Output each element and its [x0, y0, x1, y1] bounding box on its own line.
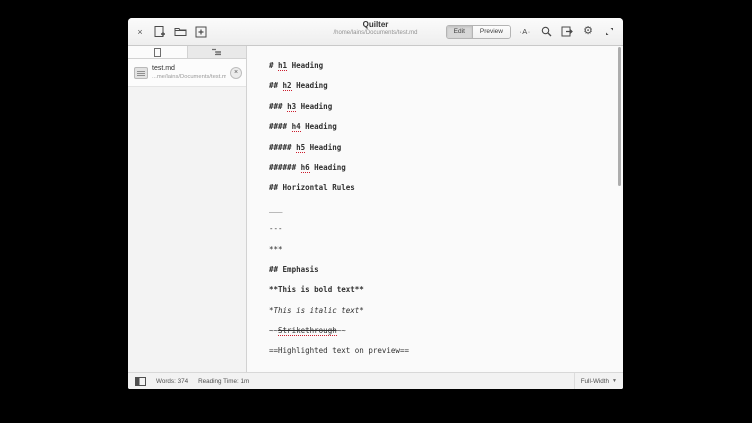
toggle-sidebar-button[interactable] [134, 375, 146, 387]
focus-mode-button[interactable]: ·A· [518, 25, 532, 39]
fullscreen-button[interactable] [602, 25, 616, 39]
new-file-button[interactable] [152, 25, 166, 39]
focus-mode-icon: ·A· [519, 27, 531, 36]
search-button[interactable] [539, 25, 553, 39]
file-close-button[interactable]: × [230, 66, 242, 79]
open-file-button[interactable] [173, 25, 187, 39]
editor-line: ### h3 Heading [269, 101, 333, 112]
save-as-icon [195, 26, 207, 38]
editor-line: **This is bold text** [269, 285, 364, 295]
tab-files[interactable] [128, 46, 187, 58]
file-meta: test.md ...me/lains/Documents/test.md [152, 64, 226, 81]
editor-line: --- [269, 224, 283, 234]
new-file-icon [154, 25, 165, 38]
export-button[interactable] [560, 25, 574, 39]
file-name: test.md [152, 65, 175, 72]
window-close-button[interactable]: × [135, 25, 145, 39]
outline-icon [212, 48, 222, 56]
word-count: Words: 374 [156, 377, 189, 385]
quilter-window: × Quilter /home/lains/Documents/test.md … [128, 18, 623, 389]
statusbar-separator [573, 373, 575, 389]
chevron-down-icon: ▼ [612, 378, 617, 384]
markdown-file-icon [134, 66, 148, 79]
statusbar: Words: 374 Reading Time: 1m Full-Width ▼ [128, 372, 623, 389]
editor-content: # h1 Heading ## h2 Heading ### h3 Heading #… [247, 46, 623, 362]
editor-line: ##### h5 Heading [269, 142, 342, 153]
editor-pane[interactable]: # h1 Heading ## h2 Heading ### h3 Heading #… [247, 46, 623, 372]
editor-line: *This is italic text* [269, 305, 364, 315]
editor-line: ###### h6 Heading [269, 162, 346, 173]
view-mode-toggle: Edit Preview [445, 24, 511, 39]
sidebar-tabs [128, 46, 246, 59]
window-body: test.md ...me/lains/Documents/test.md × … [128, 46, 623, 372]
fullscreen-icon [605, 27, 614, 36]
editor-line: *** [269, 244, 283, 254]
file-path: ...me/lains/Documents/test.md [152, 74, 226, 80]
folder-open-icon [174, 26, 187, 37]
preview-mode-button[interactable]: Preview [471, 25, 510, 38]
tab-outline[interactable] [186, 46, 246, 58]
editor-line: ## Emphasis [269, 264, 319, 274]
preferences-button[interactable]: ⚙ [581, 25, 595, 39]
gear-icon: ⚙ [583, 25, 593, 37]
width-mode-label: Full-Width [580, 377, 610, 385]
editor-line: ## h2 Heading [269, 81, 328, 92]
search-icon [541, 26, 552, 37]
save-as-button[interactable] [194, 25, 208, 39]
desktop-background: × Quilter /home/lains/Documents/test.md … [0, 0, 752, 423]
editor-line: ___ [269, 203, 283, 213]
sidebar: test.md ...me/lains/Documents/test.md × [128, 46, 247, 372]
editor-line: #### h4 Heading [269, 122, 337, 133]
file-list-item[interactable]: test.md ...me/lains/Documents/test.md × [128, 59, 246, 87]
editor-line: ==Highlighted text on preview== [269, 346, 409, 356]
editor-line: ~~Strikethrough~~ [269, 326, 346, 337]
editor-line: ## Horizontal Rules [269, 183, 355, 193]
width-mode-dropdown[interactable]: Full-Width ▼ [581, 378, 617, 385]
editor-line: # h1 Heading [269, 61, 324, 71]
sidebar-toggle-icon [134, 376, 146, 386]
reading-time: Reading Time: 1m [198, 377, 250, 385]
headerbar: × Quilter /home/lains/Documents/test.md … [128, 18, 623, 46]
export-icon [561, 26, 573, 37]
document-icon [153, 47, 161, 57]
editor-scrollbar[interactable] [618, 47, 621, 186]
edit-mode-button[interactable]: Edit [446, 25, 472, 38]
